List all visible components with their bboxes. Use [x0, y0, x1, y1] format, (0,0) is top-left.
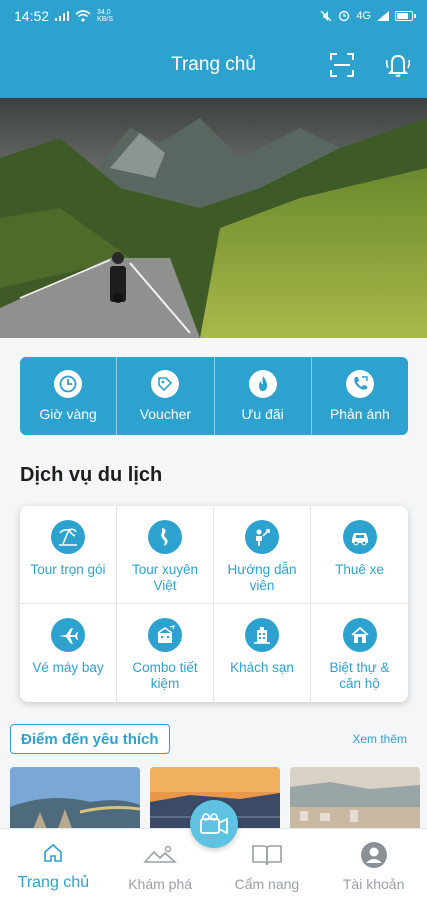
signal-icon [55, 11, 70, 21]
clock-icon [54, 370, 83, 398]
cell-signal-icon [377, 11, 389, 21]
quick-actions-bar: Giờ vàng Voucher Ưu đãi Phản ánh [20, 357, 408, 435]
alarm-icon [339, 10, 350, 22]
wifi-icon [75, 10, 91, 22]
fire-icon [248, 370, 277, 398]
service-label: Khách sạn [230, 660, 294, 675]
nav-label: Tài khoản [342, 876, 405, 892]
bell-icon[interactable] [383, 50, 413, 80]
quick-action-label: Phản ánh [329, 406, 390, 422]
service-tour-xuyen-viet[interactable]: Tour xuyên Việt [117, 506, 214, 604]
vietnam-map-icon [148, 520, 182, 554]
services-section-title: Dịch vụ du lịch [20, 464, 163, 486]
nav-home[interactable]: Trang chủ [0, 829, 107, 900]
video-camera-icon [200, 813, 228, 835]
quick-action-uu-dai[interactable]: Ưu đãi [215, 357, 312, 435]
page-title: Trang chủ [171, 54, 256, 75]
airplane-icon [51, 618, 85, 652]
mute-icon [320, 10, 332, 22]
nav-label: Cẩm nang [234, 876, 300, 892]
quick-action-gio-vang[interactable]: Giờ vàng [20, 357, 118, 435]
service-label: Vé máy bay [32, 660, 104, 675]
hotel-icon [245, 618, 279, 652]
services-grid: Tour trọn gói Tour xuyên Việt Hướng dẫn … [20, 506, 408, 702]
combo-icon [148, 618, 182, 652]
quick-action-voucher[interactable]: Voucher [117, 357, 215, 435]
camera-fab-button[interactable] [190, 800, 238, 848]
service-khach-san[interactable]: Khách sạn [214, 604, 311, 702]
nav-label: Trang chủ [17, 874, 90, 891]
service-label: Tour trọn gói [30, 562, 106, 577]
voucher-icon [151, 370, 180, 398]
quick-action-label: Voucher [139, 406, 192, 422]
explore-icon [143, 840, 178, 870]
beach-icon [51, 520, 85, 554]
service-ve-may-bay[interactable]: Vé máy bay [20, 604, 117, 702]
see-more-link[interactable]: Xem thêm [352, 732, 407, 746]
car-icon [342, 520, 377, 554]
status-time: 14:52 [14, 8, 50, 24]
status-bar: 14:52 34,0 KB/S 4G [0, 0, 427, 32]
villa-icon [342, 618, 377, 652]
service-label: Hướng dẫn viên [227, 562, 297, 593]
service-label: Biệt thự & căn hộ [329, 660, 390, 691]
home-icon [42, 838, 64, 868]
book-icon [251, 840, 283, 870]
network-speed: 34,0 KB/S [97, 9, 113, 23]
qr-scan-icon[interactable] [329, 52, 355, 78]
quick-action-label: Ưu đãi [241, 406, 284, 422]
guide-icon [245, 520, 279, 554]
nav-label: Khám phá [128, 876, 193, 892]
service-combo-tiet-kiem[interactable]: Combo tiết kiệm [117, 604, 214, 702]
phone-feedback-icon [345, 370, 374, 398]
destination-thumbnail[interactable] [10, 767, 140, 837]
account-icon [360, 840, 388, 870]
hero-banner-image[interactable] [0, 98, 427, 338]
home-screen: 14:52 34,0 KB/S 4G Trang chủ Giờ vàng Vo… [0, 0, 427, 900]
service-label: Thuê xe [335, 562, 384, 577]
service-label: Combo tiết kiệm [132, 660, 198, 691]
destination-thumbnail[interactable] [290, 767, 420, 837]
nav-account[interactable]: Tài khoản [320, 829, 427, 900]
network-type: 4G [356, 10, 371, 22]
service-tour-tron-goi[interactable]: Tour trọn gói [20, 506, 117, 604]
service-thue-xe[interactable]: Thuê xe [311, 506, 408, 604]
quick-action-phan-anh[interactable]: Phản ánh [312, 357, 408, 435]
service-huong-dan-vien[interactable]: Hướng dẫn viên [214, 506, 311, 604]
app-bar: Trang chủ [0, 32, 427, 98]
favorite-destinations-tab[interactable]: Điểm đến yêu thích [10, 724, 170, 754]
quick-action-label: Giờ vàng [39, 406, 97, 422]
service-label: Tour xuyên Việt [131, 562, 199, 593]
service-biet-thu-can-ho[interactable]: Biệt thự & căn hộ [311, 604, 408, 702]
battery-icon [395, 11, 416, 21]
